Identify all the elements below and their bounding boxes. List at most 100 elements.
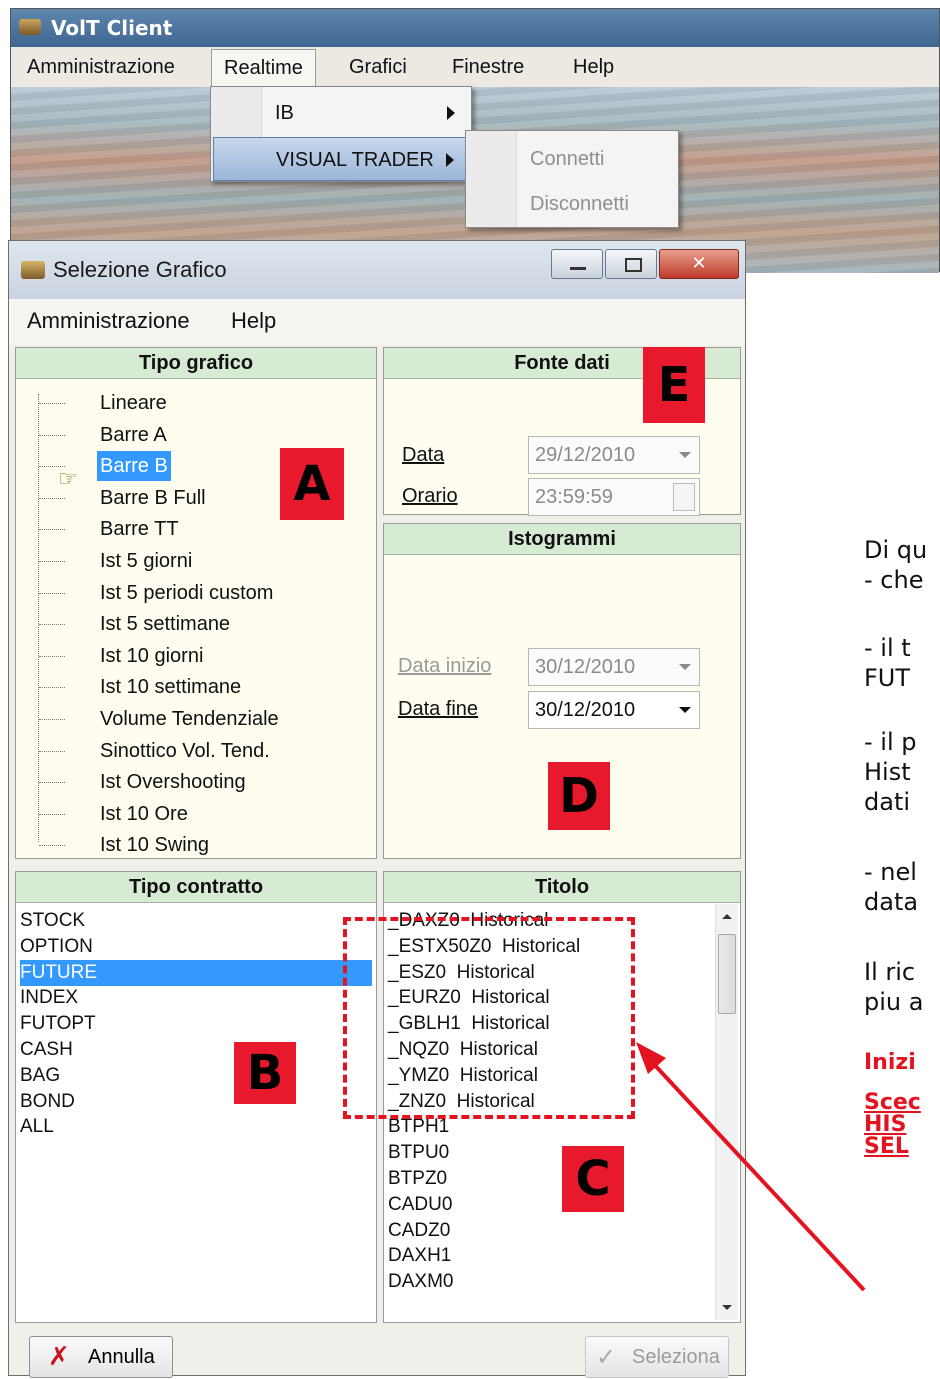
titolo-header: Titolo [384, 872, 740, 903]
menu-help[interactable]: Help [573, 47, 614, 87]
data-inizio-field[interactable]: 30/12/2010 [528, 648, 700, 686]
tree-item[interactable]: Barre B Full [100, 483, 206, 513]
scroll-down-icon[interactable] [722, 1305, 732, 1310]
data-field[interactable]: 29/12/2010 [528, 436, 700, 474]
tree-item[interactable]: Volume Tendenziale [100, 704, 279, 734]
dialog-menu-amministrazione[interactable]: Amministrazione [27, 308, 190, 334]
minimize-button[interactable] [551, 249, 603, 279]
historical-highlight-box [343, 917, 635, 1119]
data-fine-label: Data fine [398, 698, 479, 720]
tipo-grafico-panel: Tipo grafico ☞ Lineare Barre A Barre B Barr… [15, 347, 377, 859]
tree-branch [39, 561, 65, 562]
annotation-red-line: HIS [864, 1112, 907, 1137]
minimize-icon [570, 267, 586, 270]
list-item[interactable]: FUTURE [20, 959, 372, 986]
tree-branch [39, 655, 65, 657]
dialog-menu-help[interactable]: Help [231, 308, 276, 334]
menu-item-visual-trader[interactable]: VISUAL TRADER [213, 137, 469, 181]
tree-item[interactable]: Barre TT [100, 514, 179, 544]
list-item[interactable]: BAG [20, 1063, 372, 1089]
annotation-red-line: Scec [864, 1090, 921, 1115]
annulla-label: Annulla [88, 1346, 155, 1368]
tipo-contratto-header: Tipo contratto [16, 872, 376, 903]
tree-item[interactable]: Ist 10 giorni [100, 641, 203, 671]
menu-finestre[interactable]: Finestre [452, 47, 524, 87]
orario-value: 23:59:59 [535, 486, 613, 508]
list-item[interactable]: BOND [20, 1089, 372, 1115]
tree-item[interactable]: Ist Overshooting [100, 767, 246, 797]
data-value: 29/12/2010 [535, 444, 636, 466]
menu-item-connetti[interactable]: Connetti [468, 137, 676, 181]
red-arrow [636, 1042, 866, 1292]
tree-branch [39, 592, 65, 594]
tree-item[interactable]: Ist 10 Swing [100, 830, 209, 860]
app-icon [19, 19, 41, 35]
cancel-x-icon: ✗ [48, 1342, 70, 1372]
annotation-line: - il p [864, 728, 917, 756]
tree-branch [39, 624, 65, 626]
scroll-thumb[interactable] [718, 934, 736, 1014]
tag-b: B [234, 1042, 296, 1104]
annotation-red-line: Inizi [864, 1050, 916, 1075]
menu-item-label: VISUAL TRADER [276, 149, 434, 171]
tree-branch [39, 845, 65, 847]
orario-field[interactable]: 23:59:59 [528, 478, 700, 516]
arrow-line [648, 1058, 866, 1292]
data-label: Data [402, 444, 445, 466]
tree-item[interactable]: Ist 10 Ore [100, 799, 188, 829]
menu-item-ib[interactable]: IB [213, 91, 469, 135]
data-fine-field[interactable]: 30/12/2010 [528, 691, 700, 729]
tree-item[interactable]: Lineare [100, 388, 167, 418]
tree-branch [39, 782, 65, 784]
tree-item[interactable]: Ist 10 settimane [100, 672, 241, 702]
menu-realtime[interactable]: Realtime [211, 49, 316, 87]
tree-item[interactable]: Barre A [100, 420, 167, 450]
tree-branch [39, 434, 65, 436]
istogrammi-header: Istogrammi [384, 524, 740, 555]
tree-branch [39, 813, 65, 815]
spinner-icon[interactable] [673, 483, 695, 511]
annotation-line: piu a [864, 988, 924, 1016]
tree-branch [39, 529, 65, 531]
tree-item[interactable]: Ist 5 periodi custom [100, 578, 273, 608]
tree-branch [39, 719, 65, 720]
data-inizio-label: Data inizio [398, 655, 492, 677]
menu-grafici[interactable]: Grafici [349, 47, 407, 87]
list-item[interactable]: CASH [20, 1037, 372, 1063]
tree-branch [39, 466, 65, 468]
list-item[interactable]: STOCK [20, 908, 372, 934]
close-button[interactable]: ✕ [659, 249, 739, 279]
scroll-up-icon[interactable] [722, 914, 732, 919]
client-title-bar: VolT Client [11, 9, 939, 47]
annulla-button[interactable]: ✗ Annulla [29, 1336, 173, 1378]
tree-item[interactable]: Barre B [97, 451, 171, 482]
tree-item[interactable]: Sinottico Vol. Tend. [100, 736, 270, 766]
dropdown-arrow-icon [679, 707, 691, 713]
annotation-line: data [864, 888, 919, 916]
tree-branch [39, 687, 65, 689]
annotation-line: Hist [864, 758, 911, 786]
tag-e: E [643, 347, 705, 423]
submenu-arrow-icon [447, 106, 455, 120]
tree-item[interactable]: Ist 5 settimane [100, 609, 230, 639]
menu-amministrazione[interactable]: Amministrazione [27, 47, 175, 87]
list-item[interactable]: INDEX [20, 985, 372, 1011]
annotation-line: dati [864, 788, 911, 816]
tree-connector [38, 394, 40, 842]
list-item[interactable]: ALL [20, 1114, 372, 1140]
tipo-contratto-list: STOCK OPTION FUTURE INDEX FUTOPT CASH BAG BOND A… [16, 906, 376, 1322]
check-icon: ✓ [596, 1343, 617, 1371]
annotation-line: Di qu [864, 536, 928, 564]
annotation-line: - il t [864, 634, 911, 662]
list-item[interactable]: OPTION [20, 934, 372, 960]
maximize-button[interactable] [605, 249, 657, 279]
list-item[interactable]: FUTOPT [20, 1011, 372, 1037]
annotation-line: Il ric [864, 958, 916, 986]
seleziona-button[interactable]: ✓ Seleziona [585, 1336, 729, 1378]
orario-label: Orario [402, 485, 458, 507]
data-inizio-value: 30/12/2010 [535, 656, 636, 678]
close-icon: ✕ [691, 253, 707, 274]
tree-item[interactable]: Ist 5 giorni [100, 546, 192, 576]
menu-item-disconnetti[interactable]: Disconnetti [468, 182, 676, 226]
tipo-grafico-header: Tipo grafico [16, 348, 376, 379]
